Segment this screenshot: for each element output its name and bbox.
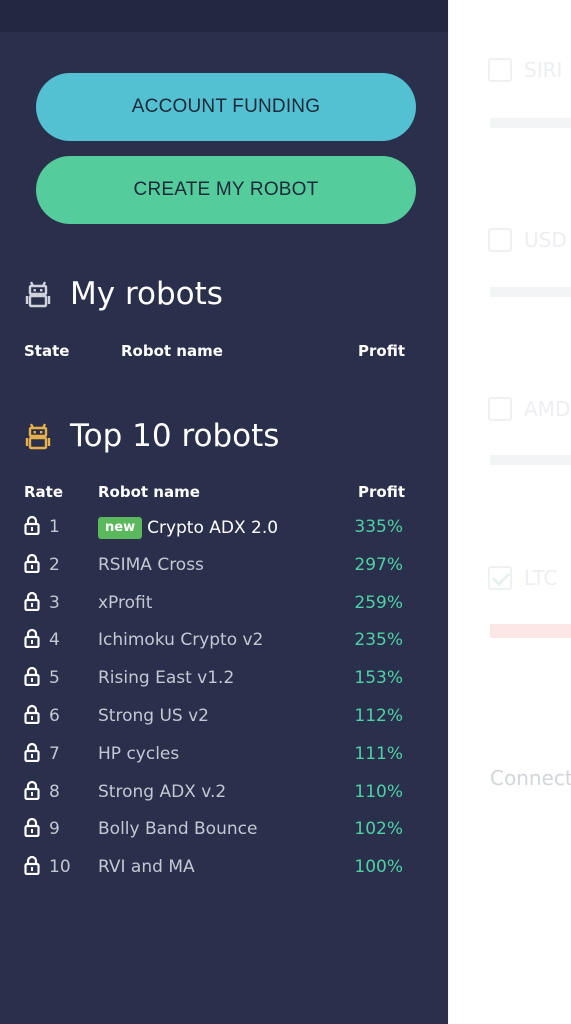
robot-icon xyxy=(25,423,51,450)
table-row[interactable]: 6 Strong US v2 112% xyxy=(0,702,448,740)
table-row[interactable]: 7 HP cycles 111% xyxy=(0,740,448,778)
robot-name[interactable]: new Crypto ADX 2.0 xyxy=(98,517,278,539)
robot-name-label: Bolly Band Bounce xyxy=(98,819,258,839)
lock-icon xyxy=(24,780,40,801)
robot-name-label: RSIMA Cross xyxy=(98,555,204,575)
table-row[interactable]: 3 xProfit 259% xyxy=(0,589,448,627)
table-row[interactable]: 8 Strong ADX v.2 110% xyxy=(0,778,448,816)
robot-name[interactable]: Strong US v2 xyxy=(98,706,209,726)
lock-icon xyxy=(24,628,40,649)
robot-icon xyxy=(25,281,51,308)
lock-icon xyxy=(24,515,40,536)
create-robot-button[interactable]: CREATE MY ROBOT xyxy=(36,156,416,224)
profit-header: Profit xyxy=(358,483,405,501)
robot-name-label: Strong US v2 xyxy=(98,706,209,726)
progress-bar xyxy=(490,118,571,128)
robot-name[interactable]: xProfit xyxy=(98,593,152,613)
robot-name[interactable]: Bolly Band Bounce xyxy=(98,819,257,839)
lock-icon xyxy=(24,817,40,838)
bg-item-label: USD xyxy=(524,228,567,252)
robot-name[interactable]: HP cycles xyxy=(98,744,179,764)
checkbox-checked[interactable] xyxy=(488,566,512,590)
robot-profit: 102% xyxy=(354,819,403,839)
bg-item-usd[interactable]: USD xyxy=(488,225,567,255)
robot-name[interactable]: RVI and MA xyxy=(98,857,195,877)
robot-rank: 1 xyxy=(49,517,60,537)
progress-bar xyxy=(490,455,571,465)
robot-profit: 111% xyxy=(354,744,403,764)
checkbox[interactable] xyxy=(488,228,512,252)
table-row[interactable]: 4 Ichimoku Crypto v2 235% xyxy=(0,626,448,664)
divider xyxy=(448,0,449,1024)
robot-name-label: Rising East v1.2 xyxy=(98,668,235,688)
robot-name[interactable]: RSIMA Cross xyxy=(98,555,204,575)
bg-item-amd[interactable]: AMD xyxy=(488,394,570,424)
robot-name-label: RVI and MA xyxy=(98,857,195,877)
table-row[interactable]: 9 Bolly Band Bounce 102% xyxy=(0,815,448,853)
bg-item-siri[interactable]: SIRI xyxy=(488,55,562,85)
robot-name-label: Ichimoku Crypto v2 xyxy=(98,630,264,650)
rate-header: Rate xyxy=(24,483,64,501)
robot-rank: 10 xyxy=(49,857,71,877)
robot-profit: 297% xyxy=(354,555,403,575)
robot-name[interactable]: Rising East v1.2 xyxy=(98,668,234,688)
my-robots-heading: My robots xyxy=(24,276,223,312)
new-badge: new xyxy=(98,517,143,539)
robot-name[interactable]: Strong ADX v.2 xyxy=(98,782,226,802)
state-header: State xyxy=(24,342,70,360)
top-robots-title: Top 10 robots xyxy=(70,418,280,454)
table-row[interactable]: 10 RVI and MA 100% xyxy=(0,853,448,891)
robot-profit: 110% xyxy=(354,782,403,802)
robot-name-label: Crypto ADX 2.0 xyxy=(147,518,279,538)
robot-name-header: Robot name xyxy=(121,342,223,360)
robot-rank: 6 xyxy=(49,706,60,726)
robot-profit: 100% xyxy=(354,857,403,877)
lock-icon xyxy=(24,704,40,725)
checkbox[interactable] xyxy=(488,397,512,421)
robot-rank: 8 xyxy=(49,782,60,802)
my-robots-title: My robots xyxy=(70,276,223,312)
connect-link[interactable]: Connect xyxy=(490,766,571,790)
background-content: SIRI USD AMD LTC Connect xyxy=(448,0,571,1024)
robot-rank: 5 xyxy=(49,668,60,688)
table-row[interactable]: 1 new Crypto ADX 2.0 335% xyxy=(0,513,448,551)
robot-rank: 3 xyxy=(49,593,60,613)
status-bar xyxy=(0,0,448,32)
progress-bar xyxy=(490,624,571,638)
lock-icon xyxy=(24,742,40,763)
lock-icon xyxy=(24,591,40,612)
robot-name-label: Strong ADX v.2 xyxy=(98,782,227,802)
lock-icon xyxy=(24,855,40,876)
profit-header: Profit xyxy=(358,342,405,360)
robot-name-label: xProfit xyxy=(98,593,153,613)
bg-item-label: SIRI xyxy=(524,58,563,82)
robot-name-header: Robot name xyxy=(98,483,200,501)
sidebar-menu: ACCOUNT FUNDING CREATE MY ROBOT My robot… xyxy=(0,0,448,1024)
robot-rank: 4 xyxy=(49,630,60,650)
robot-name[interactable]: Ichimoku Crypto v2 xyxy=(98,630,263,650)
robot-profit: 259% xyxy=(354,593,403,613)
progress-bar xyxy=(490,287,571,297)
robot-rank: 2 xyxy=(49,555,60,575)
bg-item-label: AMD xyxy=(524,397,571,421)
lock-icon xyxy=(24,666,40,687)
robot-profit: 153% xyxy=(354,668,403,688)
lock-icon xyxy=(24,553,40,574)
robot-rank: 9 xyxy=(49,819,60,839)
checkbox[interactable] xyxy=(488,58,512,82)
robot-profit: 112% xyxy=(354,706,403,726)
robot-name-label: HP cycles xyxy=(98,744,180,764)
table-row[interactable]: 2 RSIMA Cross 297% xyxy=(0,551,448,589)
bg-item-ltc[interactable]: LTC xyxy=(488,563,557,593)
top-robots-heading: Top 10 robots xyxy=(24,418,279,454)
robot-profit: 235% xyxy=(354,630,403,650)
robot-rank: 7 xyxy=(49,744,60,764)
bg-item-label: LTC xyxy=(524,566,558,590)
robot-profit: 335% xyxy=(354,517,403,537)
table-row[interactable]: 5 Rising East v1.2 153% xyxy=(0,664,448,702)
account-funding-button[interactable]: ACCOUNT FUNDING xyxy=(36,73,416,141)
